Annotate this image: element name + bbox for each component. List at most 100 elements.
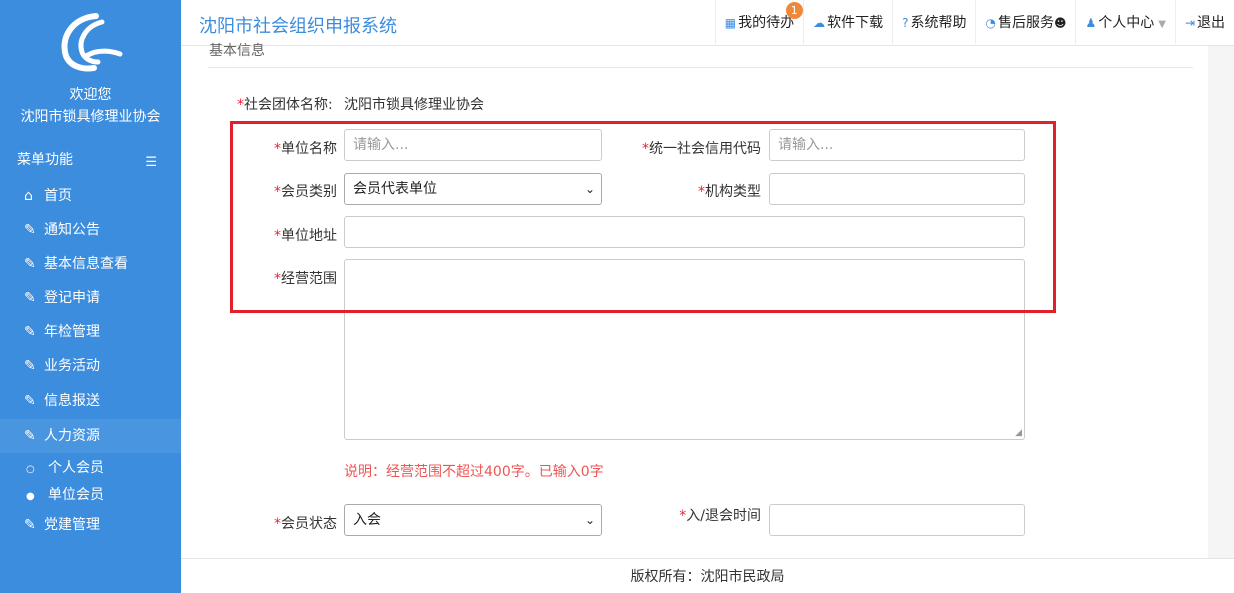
sidebar: 欢迎您 沈阳市锁具修理业协会 菜单功能 ☰ ⌂ 首页 ✎ 通知公告 ✎ 基本信息查看 … bbox=[0, 0, 181, 593]
circle-icon: ○ bbox=[26, 464, 35, 475]
sidebar-item-notice[interactable]: ✎ 通知公告 bbox=[0, 213, 181, 247]
sidebar-item-home[interactable]: ⌂ 首页 bbox=[0, 179, 181, 213]
calendar-icon: ▦ bbox=[724, 16, 737, 30]
join-time-label-text: 入/退会时间 bbox=[686, 508, 761, 524]
member-type-label-text: 会员类别 bbox=[281, 184, 337, 200]
sidebar-subitem-label: 单位会员 bbox=[48, 487, 104, 503]
member-status-value: 入会 bbox=[353, 512, 381, 528]
cloud-download-icon: ☁ bbox=[813, 16, 826, 30]
home-icon: ⌂ bbox=[24, 188, 33, 204]
credit-code-input[interactable] bbox=[769, 129, 1025, 161]
menu-header: 菜单功能 ☰ bbox=[0, 148, 181, 172]
menu-header-label: 菜单功能 bbox=[17, 152, 73, 168]
app-title: 沈阳市社会组织申报系统 bbox=[199, 16, 397, 37]
scope-textarea[interactable]: ◢ bbox=[344, 259, 1025, 440]
org-name: 沈阳市锁具修理业协会 bbox=[20, 109, 161, 125]
nav-download[interactable]: ☁ 软件下载 bbox=[803, 0, 892, 46]
nav-todo[interactable]: ▦ 我的待办 1 bbox=[714, 0, 803, 46]
nav-logout[interactable]: ⇥ 退出 bbox=[1174, 0, 1234, 46]
sidebar-item-basic-info[interactable]: ✎ 基本信息查看 bbox=[0, 247, 181, 281]
service-icon: ◔ bbox=[985, 16, 996, 30]
footer: 版权所有：沈阳市民政局 bbox=[181, 558, 1234, 593]
logout-icon: ⇥ bbox=[1184, 16, 1195, 30]
member-type-select[interactable]: 会员代表单位 ⌄ bbox=[344, 173, 602, 205]
sidebar-item-label: 人力资源 bbox=[44, 428, 100, 444]
edit-icon: ✎ bbox=[24, 290, 36, 306]
nav-help-label: 系统帮助 bbox=[910, 15, 967, 31]
filled-circle-icon: ● bbox=[26, 491, 35, 502]
list-icon[interactable]: ☰ bbox=[145, 151, 157, 175]
section-divider bbox=[208, 67, 1193, 68]
sidebar-item-label: 信息报送 bbox=[44, 393, 100, 409]
credit-code-label-text: 统一社会信用代码 bbox=[649, 141, 761, 157]
question-icon: ? bbox=[902, 16, 909, 30]
sidebar-item-party[interactable]: ✎ 党建管理 bbox=[0, 508, 181, 542]
social-group-label-text: 社会团体名称: bbox=[244, 97, 333, 113]
nav-profile-label: 个人中心 bbox=[1098, 15, 1155, 31]
scrollbar[interactable] bbox=[1208, 46, 1234, 558]
sidebar-item-label: 通知公告 bbox=[44, 222, 100, 238]
nav-profile[interactable]: ♟ 个人中心 ▼ bbox=[1075, 0, 1174, 46]
member-type-label: *会员类别 bbox=[274, 184, 337, 200]
edit-icon: ✎ bbox=[24, 517, 36, 533]
edit-icon: ✎ bbox=[24, 222, 36, 238]
qq-icon: ☻ bbox=[1053, 16, 1067, 30]
join-time-input[interactable] bbox=[769, 504, 1025, 536]
sidebar-subitem-personal-member[interactable]: ○ 个人会员 bbox=[0, 454, 181, 482]
scope-label: *经营范围 bbox=[274, 271, 337, 287]
social-group-label: *社会团体名称: bbox=[237, 97, 333, 113]
user-icon: ♟ bbox=[1085, 16, 1097, 30]
sidebar-item-label: 党建管理 bbox=[44, 517, 100, 533]
welcome-text: 欢迎您 沈阳市锁具修理业协会 bbox=[0, 84, 181, 128]
top-bar: 沈阳市社会组织申报系统 ▦ 我的待办 1 ☁ 软件下载 ? 系统帮助 ◔ 售后服务☻ ♟… bbox=[181, 0, 1234, 46]
social-group-value: 沈阳市锁具修理业协会 bbox=[344, 97, 484, 113]
edit-icon: ✎ bbox=[24, 358, 36, 374]
unit-name-label: *单位名称 bbox=[274, 141, 337, 157]
sidebar-item-label: 首页 bbox=[44, 188, 72, 204]
address-input[interactable] bbox=[344, 216, 1025, 248]
nav-download-label: 软件下载 bbox=[827, 15, 884, 31]
edit-icon: ✎ bbox=[24, 256, 36, 272]
todo-badge: 1 bbox=[785, 2, 803, 19]
sidebar-item-registration[interactable]: ✎ 登记申请 bbox=[0, 281, 181, 315]
join-time-label: *入/退会时间 bbox=[679, 508, 761, 524]
nav-help[interactable]: ? 系统帮助 bbox=[892, 0, 975, 46]
sidebar-item-hr[interactable]: ✎ 人力资源 bbox=[0, 419, 181, 453]
edit-icon: ✎ bbox=[24, 428, 36, 444]
nav-service-label: 售后服务 bbox=[997, 15, 1054, 31]
member-type-value: 会员代表单位 bbox=[353, 181, 437, 197]
edit-icon: ✎ bbox=[24, 393, 36, 409]
sidebar-subitem-label: 个人会员 bbox=[48, 460, 104, 476]
caret-down-icon: ▼ bbox=[1158, 19, 1166, 30]
member-status-label-text: 会员状态 bbox=[281, 516, 337, 532]
sidebar-item-label: 基本信息查看 bbox=[44, 256, 128, 272]
address-label: *单位地址 bbox=[274, 228, 337, 244]
nav-service[interactable]: ◔ 售后服务☻ bbox=[975, 0, 1075, 46]
top-nav: ▦ 我的待办 1 ☁ 软件下载 ? 系统帮助 ◔ 售后服务☻ ♟ 个人中心 ▼ ⇥ 退出 bbox=[714, 0, 1234, 46]
sidebar-subitem-unit-member[interactable]: ● 单位会员 bbox=[0, 481, 181, 509]
unit-name-input[interactable] bbox=[344, 129, 602, 161]
sidebar-item-business[interactable]: ✎ 业务活动 bbox=[0, 349, 181, 383]
edit-icon: ✎ bbox=[24, 324, 36, 340]
address-label-text: 单位地址 bbox=[281, 228, 337, 244]
sidebar-item-label: 业务活动 bbox=[44, 358, 100, 374]
unit-name-label-text: 单位名称 bbox=[281, 141, 337, 157]
scope-label-text: 经营范围 bbox=[281, 271, 337, 287]
sidebar-item-annual-check[interactable]: ✎ 年检管理 bbox=[0, 315, 181, 349]
chevron-down-icon: ⌄ bbox=[584, 182, 595, 196]
welcome-label: 欢迎您 bbox=[69, 87, 112, 103]
resize-handle-icon[interactable]: ◢ bbox=[1015, 428, 1022, 438]
org-type-label: *机构类型 bbox=[698, 184, 761, 200]
sidebar-item-label: 登记申请 bbox=[44, 290, 100, 306]
org-type-input[interactable] bbox=[769, 173, 1025, 205]
credit-code-label: *统一社会信用代码 bbox=[642, 141, 761, 157]
member-status-select[interactable]: 入会 ⌄ bbox=[344, 504, 602, 536]
section-title: 基本信息 bbox=[209, 43, 265, 59]
sidebar-item-label: 年检管理 bbox=[44, 324, 100, 340]
sidebar-item-report[interactable]: ✎ 信息报送 bbox=[0, 384, 181, 418]
org-type-label-text: 机构类型 bbox=[705, 184, 761, 200]
logo-icon bbox=[61, 13, 123, 72]
nav-todo-label: 我的待办 bbox=[738, 15, 795, 31]
member-status-label: *会员状态 bbox=[274, 516, 337, 532]
scope-hint: 说明：经营范围不超过400字。已输入0字 bbox=[344, 464, 604, 480]
